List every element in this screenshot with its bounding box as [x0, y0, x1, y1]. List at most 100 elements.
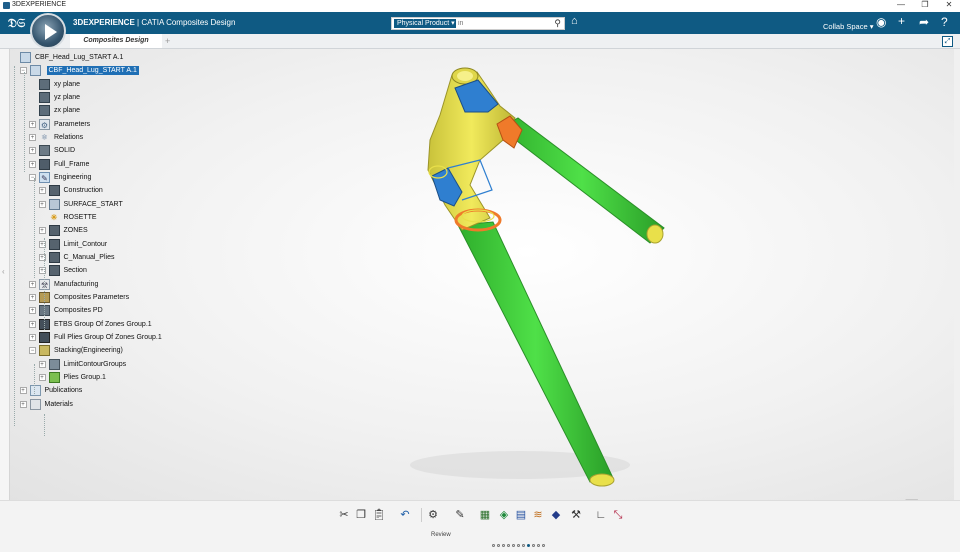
tools-icon[interactable]: ⚒ [569, 508, 583, 522]
tree-expander-icon[interactable]: + [29, 133, 36, 141]
app-icon [3, 2, 10, 9]
cut-icon[interactable]: ✂ [337, 508, 351, 522]
help-icon[interactable]: ? [941, 15, 948, 29]
tree-expander-icon[interactable]: + [38, 360, 46, 368]
collapse-arrow-icon[interactable]: ‹ [2, 267, 5, 276]
collab-space-selector[interactable]: Collab Space ▾ [823, 22, 873, 31]
search-bar: Physical Product ▾ ⚲ [391, 17, 565, 30]
pager-dot[interactable] [522, 544, 525, 547]
tree-node-label: ETBS Group Of Zones Group.1 [54, 320, 152, 328]
pager-dot[interactable] [532, 544, 535, 547]
search-scope-dropdown[interactable]: Physical Product ▾ [394, 19, 456, 28]
tree-expander-icon[interactable]: + [38, 187, 46, 195]
add-tab-button[interactable]: + [165, 34, 170, 48]
expand-view-button[interactable]: ⤢ [942, 36, 953, 47]
frame-icon [39, 158, 50, 170]
down-tube [457, 221, 614, 483]
solid-icon [39, 145, 50, 157]
geoset-icon [48, 238, 60, 250]
top-bar: 3DEXPERIENCE | CATIA Composites Design P… [0, 12, 960, 34]
share-icon[interactable]: ➦ [919, 15, 929, 29]
tree-connector [44, 414, 45, 436]
tree-node-label: Composites PD [54, 307, 103, 315]
tree-expander-icon[interactable]: + [38, 200, 46, 208]
geoset-icon [48, 185, 60, 197]
tag-icon[interactable]: ⌂ [571, 15, 578, 27]
add-icon[interactable]: + [898, 14, 905, 28]
sketch-icon[interactable]: ✎ [453, 508, 467, 522]
zones-group-icon [39, 331, 50, 343]
user-icon[interactable]: ◉ [876, 15, 886, 29]
pager-dot[interactable] [507, 544, 510, 547]
tree-expander-icon[interactable]: + [38, 373, 46, 381]
tree-expander-icon[interactable]: + [29, 160, 36, 168]
tree-connector [44, 238, 45, 330]
tree-node-label: LimitContourGroups [63, 360, 127, 368]
tree-expander-icon[interactable]: + [19, 400, 27, 408]
tree-node-label: xy plane [54, 80, 81, 88]
analysis-icon[interactable]: ⤡ [611, 508, 625, 522]
tree-collapse-handle[interactable]: ‹ [0, 49, 10, 500]
pager-dot[interactable] [542, 544, 545, 547]
tree-node-label: Full Plies Group Of Zones Group.1 [54, 333, 162, 341]
tree-node-label: Section [63, 267, 87, 275]
close-button[interactable]: ✕ [938, 0, 960, 9]
section-pager[interactable] [492, 534, 547, 552]
search-icon[interactable]: ⚲ [554, 18, 561, 29]
surface-icon[interactable]: ◈ [497, 508, 511, 522]
tree-node-label: Full_Frame [54, 160, 90, 168]
tree-expander-icon[interactable]: + [29, 333, 36, 341]
window-title-bar: 3DEXPERIENCE — ❐ ✕ [0, 0, 960, 12]
pager-dot[interactable] [497, 544, 500, 547]
tree-expander-icon[interactable]: + [29, 293, 36, 301]
tree-node-label: CBF_Head_Lug_START A.1 [46, 66, 139, 76]
tree-expander-icon[interactable]: − [29, 347, 36, 355]
tree-expander-icon[interactable]: + [29, 147, 36, 155]
part-icon [29, 65, 41, 77]
tree-expander-icon[interactable]: + [29, 280, 36, 288]
tree-node-label: Limit_Contour [63, 240, 108, 248]
minimize-button[interactable]: — [890, 0, 912, 9]
tree-expander-icon[interactable]: − [19, 67, 27, 75]
tree-node-label: ROSETTE [63, 213, 97, 221]
brand-title: 3DEXPERIENCE | CATIA Composites Design [73, 18, 236, 27]
plane-icon [39, 91, 50, 103]
tree-expander-icon[interactable]: + [29, 120, 36, 128]
ply-icon[interactable]: ◆ [549, 508, 563, 522]
bike-frame-model[interactable] [0, 49, 960, 500]
tree-expander-icon[interactable]: + [29, 320, 36, 328]
search-input[interactable] [458, 19, 548, 28]
table-icon[interactable]: ▤ [514, 508, 528, 522]
tree-expander-icon[interactable]: + [29, 307, 36, 315]
action-bar: ✂ ❐ 📋︎ ↶ ⚙ ✎ ▦ ◈ ▤ ≋ ◆ ⚒ ∟ ⤡ Review [0, 500, 960, 547]
undo-icon[interactable]: ↶ [398, 508, 412, 522]
pager-dot[interactable] [517, 544, 520, 547]
product-icon [20, 52, 31, 63]
top-tube-end [646, 224, 664, 244]
tree-node-label: Stacking(Engineering) [54, 347, 123, 355]
chart-icon[interactable]: ∟ [594, 508, 608, 522]
tree-node-label: Parameters [54, 120, 91, 128]
pager-dot[interactable] [527, 544, 530, 547]
tree-node-label: yz plane [54, 93, 81, 101]
pager-dot[interactable] [537, 544, 540, 547]
3d-viewport[interactable]: ⛛ [0, 49, 960, 514]
pager-dot[interactable] [502, 544, 505, 547]
pager-dot[interactable] [492, 544, 495, 547]
tree-expander-icon[interactable]: + [19, 387, 27, 395]
tree-node-label: C_Manual_Plies [63, 253, 115, 261]
tree-expander-icon[interactable]: + [38, 227, 46, 235]
compass-icon[interactable] [30, 13, 66, 49]
stack-icon[interactable]: ≋ [531, 508, 545, 522]
copy-icon[interactable]: ❐ [354, 508, 368, 522]
tab-composites-design[interactable]: Composites Design [70, 34, 162, 48]
tree-connector [14, 66, 15, 426]
grid-icon[interactable]: ▦ [478, 508, 492, 522]
restore-button[interactable]: ❐ [914, 0, 936, 9]
geoset-icon [48, 265, 60, 277]
geoset-icon [48, 225, 60, 237]
ds-logo-icon: 𝔇𝔖 [8, 16, 26, 30]
pager-dot[interactable] [512, 544, 515, 547]
paste-icon[interactable]: 📋︎ [372, 508, 386, 522]
settings-icon[interactable]: ⚙ [426, 508, 440, 522]
